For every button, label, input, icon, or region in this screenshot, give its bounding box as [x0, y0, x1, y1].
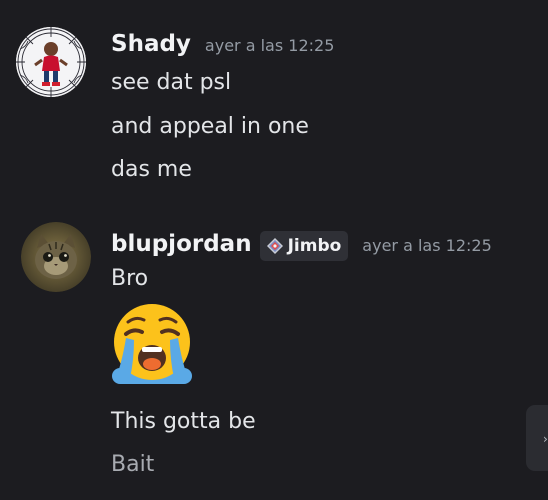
loudly-crying-face-emoji	[112, 304, 192, 384]
message-line: This gotta be	[111, 409, 256, 434]
user-tag-label: Jimbo	[287, 236, 342, 256]
avatar[interactable]	[21, 222, 91, 292]
message-header: blupjordan Jimbo ayer a las 12:25	[111, 227, 492, 261]
timestamp: ayer a las 12:25	[204, 36, 335, 55]
username[interactable]: Shady	[111, 31, 191, 57]
diamond-badge-icon	[266, 238, 283, 254]
username[interactable]: blupjordan	[111, 231, 252, 257]
message-header: Shady ayer a las 12:25	[111, 31, 334, 57]
chat-view: Shady ayer a las 12:25 see dat psl and a…	[0, 0, 548, 500]
avatar-image	[16, 27, 86, 97]
avatar[interactable]	[16, 27, 86, 97]
avatar-image	[21, 222, 91, 292]
side-panel-handle[interactable]: ›	[526, 405, 548, 471]
user-tag[interactable]: Jimbo	[259, 231, 349, 261]
timestamp: ayer a las 12:25	[362, 236, 492, 255]
message-line: and appeal in one	[111, 114, 309, 139]
message-line: das me	[111, 157, 192, 182]
chevron-right-icon: ›	[543, 432, 548, 446]
message-line: Bro	[111, 266, 149, 291]
message-line: Bait	[111, 452, 155, 477]
message-line: see dat psl	[111, 70, 232, 95]
